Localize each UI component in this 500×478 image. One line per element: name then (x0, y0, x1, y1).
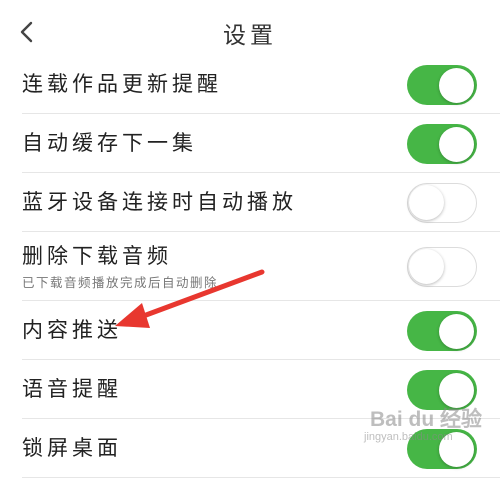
watermark-brand: Bai du 经验 (370, 408, 483, 431)
toggle-knob (439, 313, 474, 349)
serial-update-toggle[interactable] (407, 65, 477, 105)
setting-label: 删除下载音频 (22, 244, 172, 268)
setting-row-auto-cache[interactable]: 自动缓存下一集 (22, 114, 500, 173)
watermark-url: jingyan.baidu.com (364, 431, 453, 443)
setting-row-serial-update[interactable]: 连载作品更新提醒 (22, 55, 500, 114)
setting-row-content-push[interactable]: 内容推送 (22, 301, 500, 360)
baidu-jingyan-watermark: Bai du 经验 jingyan.baidu.com (362, 403, 490, 447)
toggle-knob (409, 185, 444, 220)
toggle-knob (439, 67, 474, 103)
setting-row-bluetooth-autoplay[interactable]: 蓝牙设备连接时自动播放 (22, 173, 500, 232)
toggle-knob (409, 249, 444, 284)
header-bar: 设置 (0, 0, 500, 62)
setting-sublabel: 已下载音频播放完成后自动删除 (22, 275, 219, 290)
auto-cache-toggle[interactable] (407, 124, 477, 164)
setting-label: 语音提醒 (22, 377, 122, 401)
setting-label: 内容推送 (22, 318, 122, 342)
setting-label: 连载作品更新提醒 (22, 72, 222, 96)
content-push-toggle[interactable] (407, 311, 477, 351)
setting-label: 锁屏桌面 (22, 436, 122, 460)
setting-row-delete-downloads[interactable]: 删除下载音频 已下载音频播放完成后自动删除 (22, 232, 500, 301)
toggle-knob (439, 126, 474, 162)
page-title: 设置 (223, 23, 277, 49)
setting-label: 自动缓存下一集 (22, 131, 197, 155)
bluetooth-autoplay-toggle[interactable] (407, 183, 477, 223)
delete-downloads-toggle[interactable] (407, 247, 477, 287)
setting-label: 蓝牙设备连接时自动播放 (22, 190, 297, 214)
